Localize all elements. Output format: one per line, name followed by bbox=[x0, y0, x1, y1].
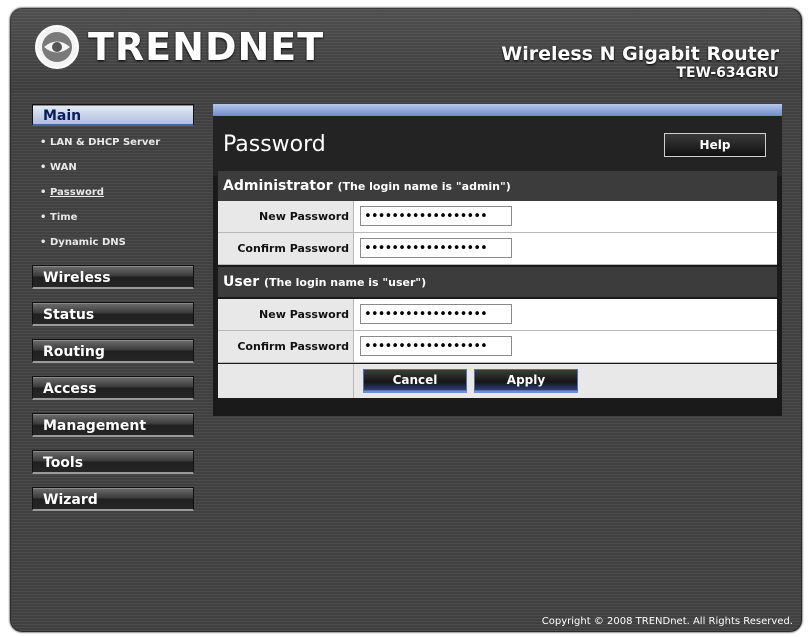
main-submenu: • LAN & DHCP Server • WAN • Password • Time … bbox=[32, 130, 194, 255]
product-info: Wireless N Gigabit Router TEW-634GRU bbox=[501, 44, 779, 82]
page-title: Password bbox=[223, 132, 326, 157]
title-row: Password Help bbox=[213, 116, 782, 176]
brand-name: TRENDNET bbox=[88, 25, 325, 69]
admin-confirm-password-input[interactable] bbox=[360, 238, 512, 258]
user-confirm-password-label: Confirm Password bbox=[218, 331, 354, 362]
admin-section-note: (The login name is "admin") bbox=[337, 180, 511, 193]
admin-new-password-input[interactable] bbox=[360, 206, 512, 226]
nav-routing[interactable]: Routing bbox=[32, 339, 194, 363]
subnav-lan-dhcp[interactable]: • LAN & DHCP Server bbox=[40, 130, 194, 155]
user-section-title: User bbox=[223, 274, 260, 290]
nav-tools[interactable]: Tools bbox=[32, 450, 194, 474]
sidebar: Main • LAN & DHCP Server • WAN • Password •… bbox=[32, 104, 194, 524]
admin-section-title: Administrator bbox=[223, 178, 333, 194]
password-panel: Password Help Administrator (The login n… bbox=[213, 104, 782, 416]
action-row-spacer bbox=[218, 364, 354, 398]
copyright-footer: Copyright © 2008 TRENDnet. All Rights Re… bbox=[541, 616, 793, 627]
subnav-dynamic-dns[interactable]: • Dynamic DNS bbox=[40, 230, 194, 255]
nav-wireless[interactable]: Wireless bbox=[32, 265, 194, 289]
user-new-password-input[interactable] bbox=[360, 304, 512, 324]
cancel-button[interactable]: Cancel bbox=[363, 369, 467, 391]
user-confirm-password-input[interactable] bbox=[360, 336, 512, 356]
user-section-header: User (The login name is "user") bbox=[218, 267, 777, 297]
nav-wizard[interactable]: Wizard bbox=[32, 487, 194, 511]
nav-main[interactable]: Main bbox=[32, 104, 194, 126]
subnav-password[interactable]: • Password bbox=[40, 180, 194, 205]
admin-new-password-row: New Password bbox=[218, 201, 777, 233]
product-model: TEW-634GRU bbox=[676, 65, 779, 81]
user-section-note: (The login name is "user") bbox=[263, 276, 427, 289]
nav-access[interactable]: Access bbox=[32, 376, 194, 400]
help-button[interactable]: Help bbox=[664, 133, 766, 157]
subnav-time[interactable]: • Time bbox=[40, 205, 194, 230]
nav-management[interactable]: Management bbox=[32, 413, 194, 437]
admin-section-header: Administrator (The login name is "admin"… bbox=[218, 171, 777, 201]
panel-topbar bbox=[213, 104, 782, 116]
action-row: Cancel Apply bbox=[218, 364, 777, 398]
trendnet-logo: TRENDNET bbox=[34, 22, 324, 72]
admin-new-password-label: New Password bbox=[218, 201, 354, 232]
admin-confirm-password-row: Confirm Password bbox=[218, 233, 777, 265]
admin-confirm-password-label: Confirm Password bbox=[218, 233, 354, 264]
user-confirm-password-row: Confirm Password bbox=[218, 331, 777, 363]
user-new-password-row: New Password bbox=[218, 299, 777, 331]
product-name: Wireless N Gigabit Router bbox=[501, 43, 779, 65]
user-new-password-label: New Password bbox=[218, 299, 354, 330]
nav-status[interactable]: Status bbox=[32, 302, 194, 326]
apply-button[interactable]: Apply bbox=[474, 369, 578, 391]
trendnet-logo-icon bbox=[35, 25, 79, 69]
subnav-wan[interactable]: • WAN bbox=[40, 155, 194, 180]
